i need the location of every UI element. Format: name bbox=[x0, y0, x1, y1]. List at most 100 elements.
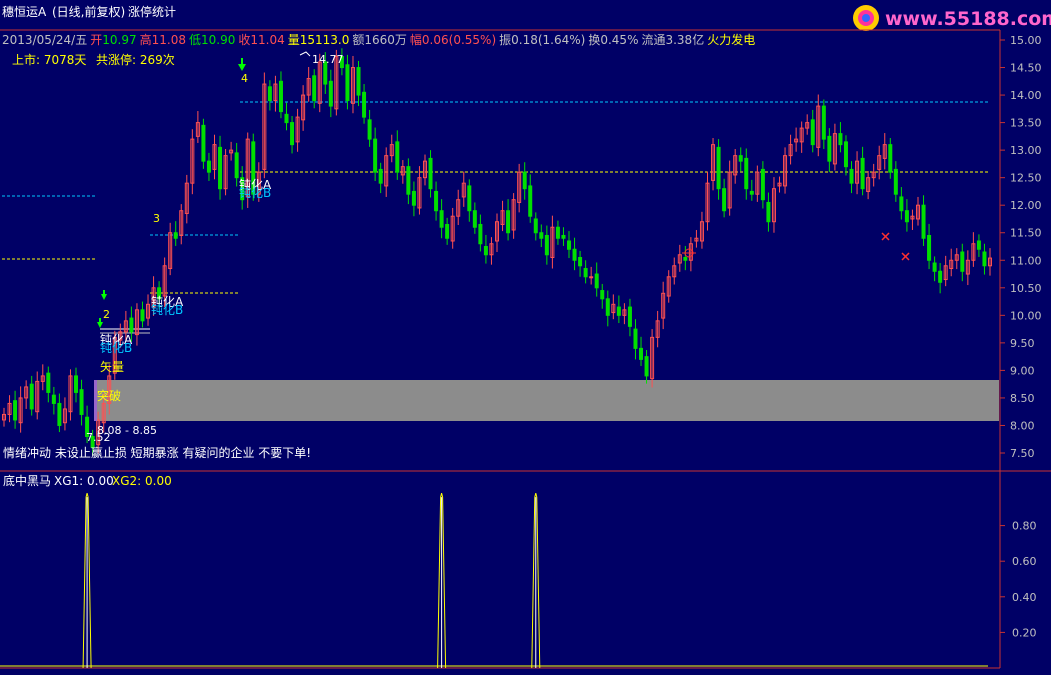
candle-body bbox=[478, 223, 483, 245]
candle-body bbox=[578, 257, 583, 267]
info-segment: 11.04 bbox=[250, 33, 284, 47]
candle-body bbox=[140, 309, 145, 322]
candle-body bbox=[821, 105, 826, 140]
candle-body bbox=[838, 133, 843, 146]
candle-body bbox=[899, 196, 904, 212]
candle-body bbox=[982, 251, 987, 267]
candle-body bbox=[827, 135, 832, 162]
info-segment: 11.08 bbox=[152, 33, 186, 47]
candle-body bbox=[290, 122, 295, 146]
candle-body bbox=[616, 306, 621, 316]
candle-body bbox=[29, 383, 34, 410]
candle-body bbox=[960, 251, 965, 272]
price-tick-label: 7.50 bbox=[1010, 447, 1035, 460]
candle-body bbox=[74, 375, 79, 393]
candle-body bbox=[79, 389, 84, 415]
price-tick-label: 12.00 bbox=[1010, 199, 1042, 212]
candle-body bbox=[722, 188, 727, 212]
candle-body bbox=[362, 91, 367, 118]
limit-up-count: 共涨停: 269次 bbox=[96, 52, 175, 67]
candle-body bbox=[506, 210, 511, 234]
info-segment: 0.06(0.55%) bbox=[422, 33, 496, 47]
info-segment: 10.97 bbox=[102, 33, 136, 47]
candle-body bbox=[234, 152, 239, 179]
candle-body bbox=[218, 146, 223, 190]
price-tick-label: 13.50 bbox=[1010, 117, 1042, 130]
candle-body bbox=[893, 168, 898, 195]
price-tick-label: 8.50 bbox=[1010, 392, 1035, 405]
candle-body bbox=[395, 141, 400, 173]
candle-body bbox=[13, 400, 18, 421]
price-tick-label: 13.00 bbox=[1010, 144, 1042, 157]
price-axis: 15.00 14.50 14.00 13.50 13.00 12.50 12.00 11.50… bbox=[1000, 34, 1042, 460]
candle-body bbox=[345, 64, 350, 102]
info-segment: 振0.18(1.64%) bbox=[499, 33, 585, 47]
blunt-b-label-1: 钝化B bbox=[100, 341, 132, 355]
breakout-label: 突破 bbox=[97, 388, 121, 403]
info-segment: 火力发电 bbox=[707, 32, 755, 47]
price-tick-label: 14.00 bbox=[1010, 89, 1042, 102]
candle-body bbox=[594, 273, 599, 289]
price-tick-label: 10.50 bbox=[1010, 282, 1042, 295]
info-segment: 收 bbox=[238, 33, 250, 47]
price-tick-label: 11.00 bbox=[1010, 254, 1042, 267]
candle-body bbox=[328, 80, 333, 107]
candle-body bbox=[284, 113, 289, 124]
stock-title: 穗恒运A bbox=[2, 5, 47, 19]
high-price-label: 14.77 bbox=[312, 53, 344, 66]
candle-body bbox=[921, 204, 926, 239]
indicator-tick-label: 0.20 bbox=[1012, 626, 1037, 639]
candle-body bbox=[201, 124, 206, 162]
candle-body bbox=[567, 240, 572, 250]
quote-info-bar: 2013/05/24/五 开10.97 高11.08 低10.90 收11.04 量151… bbox=[2, 32, 755, 47]
indicator-axis: 0.80 0.60 0.40 0.20 bbox=[1000, 520, 1037, 639]
info-segment: 换0.45% bbox=[588, 33, 638, 47]
info-segment: 高 bbox=[140, 32, 152, 47]
candle-body bbox=[639, 347, 644, 360]
candle-body bbox=[472, 210, 477, 228]
candle-body bbox=[927, 234, 932, 261]
info-segment: 2013/05/24/五 bbox=[2, 33, 87, 47]
candle-body bbox=[760, 168, 765, 201]
candle-body bbox=[522, 171, 527, 190]
candle-body bbox=[561, 234, 566, 239]
candle-body bbox=[46, 372, 51, 393]
price-tick-label: 9.00 bbox=[1010, 364, 1035, 377]
price-tick-label: 14.50 bbox=[1010, 62, 1042, 75]
listed-days: 上市: 7078天 bbox=[12, 52, 86, 67]
stock-chart[interactable]: www.55188.com 穗恒运A (日线,前复权) 涨停统计 2013/05… bbox=[0, 0, 1051, 675]
candle-body bbox=[434, 190, 439, 212]
candle-body bbox=[976, 240, 981, 250]
candle-body bbox=[605, 298, 610, 316]
info-segment: 额1660万 bbox=[352, 33, 407, 47]
candle-body bbox=[439, 210, 444, 228]
signal-4-label: 4 bbox=[241, 72, 248, 85]
warning-message: 情绪冲动 未设止赢止损 短期暴涨 有疑问的企业 不要下单! bbox=[3, 445, 311, 460]
candle-body bbox=[572, 248, 577, 261]
candle-body bbox=[600, 290, 605, 300]
breakout-marker bbox=[94, 380, 97, 421]
candle-body bbox=[539, 232, 544, 239]
candle-body bbox=[738, 155, 743, 162]
blunt-b-label-3: 钝化B bbox=[239, 186, 271, 200]
range-label: 8.08 - 8.85 bbox=[97, 424, 157, 437]
candle-body bbox=[888, 144, 893, 173]
price-tick-label: 12.50 bbox=[1010, 172, 1042, 185]
formula-name: 涨停统计 bbox=[128, 4, 176, 19]
candle-body bbox=[483, 246, 488, 256]
candle-body bbox=[445, 223, 450, 239]
candle-body bbox=[356, 67, 361, 96]
watermark-logo: www.55188.com bbox=[853, 5, 1051, 31]
chart-mode: (日线,前复权) bbox=[52, 4, 125, 19]
info-segment: 10.90 bbox=[201, 33, 235, 47]
signal-2-label: 2 bbox=[103, 308, 110, 321]
indicator-lines bbox=[0, 492, 988, 669]
candle-body bbox=[744, 157, 749, 190]
price-tick-label: 10.00 bbox=[1010, 309, 1042, 322]
candle-body bbox=[749, 190, 754, 195]
info-segment: 低 bbox=[189, 33, 201, 47]
candle-body bbox=[860, 157, 865, 190]
candle-body bbox=[378, 168, 383, 184]
candle-body bbox=[312, 75, 317, 102]
candle-body bbox=[367, 119, 372, 140]
